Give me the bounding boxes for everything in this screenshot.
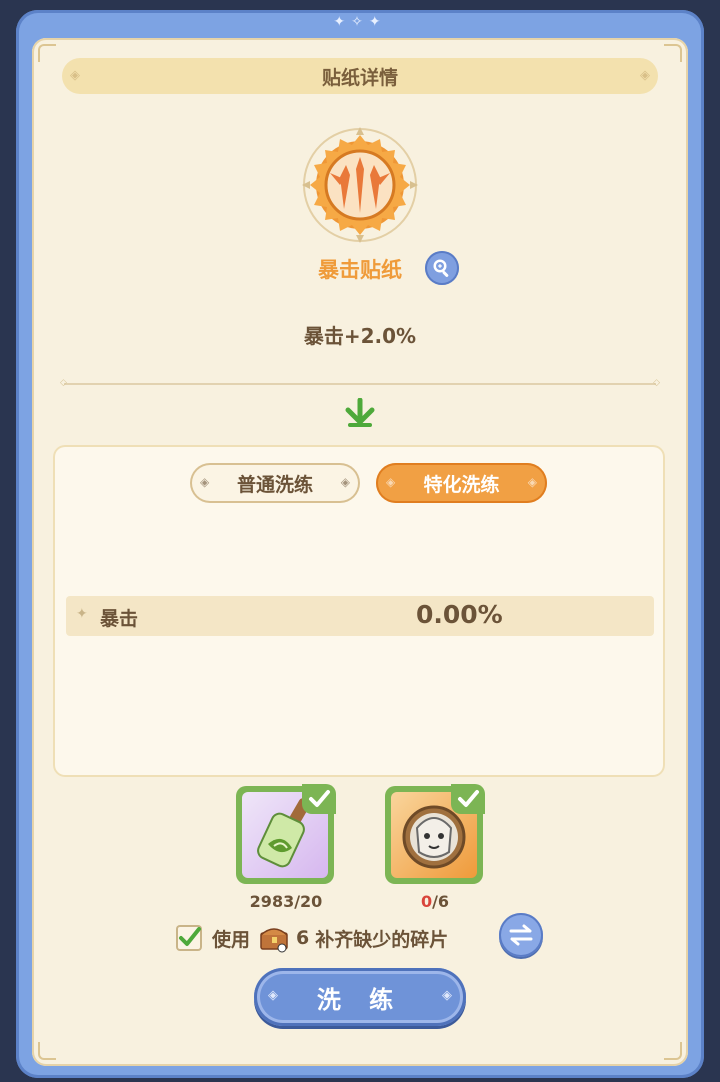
check-icon	[179, 927, 201, 946]
fragment-count: 0/6	[420, 892, 450, 911]
refine-button[interactable]: ◈ 洗 练 ◈	[254, 968, 466, 1026]
diamond-icon: ◈	[640, 68, 650, 83]
swap-button[interactable]	[499, 913, 543, 957]
sparkle-icon: ✦	[76, 606, 88, 622]
check-icon	[309, 790, 330, 807]
title-bar: ◈ 贴纸详情 ◈	[62, 58, 658, 94]
use-quantity: 6	[296, 927, 310, 949]
material-potion-slot[interactable]	[236, 784, 336, 884]
checkmark-badge	[451, 784, 485, 814]
use-label: 使用	[212, 928, 251, 951]
sticker-name: 暴击贴纸	[318, 258, 402, 282]
magnifier-icon	[433, 259, 449, 277]
diamond-icon: ◈	[70, 68, 80, 83]
use-description: 补齐缺少的碎片	[315, 928, 449, 951]
attribute-row: ✦ 暴击 0.00%	[66, 596, 654, 636]
attribute-name: 暴击	[100, 608, 139, 630]
divider: ◇ ◇	[60, 378, 660, 388]
tab-normal-refine[interactable]: ◈ 普通洗练 ◈	[190, 463, 360, 503]
auto-fill-checkbox[interactable]	[176, 925, 202, 951]
zoom-button[interactable]	[425, 251, 459, 285]
sticker-emblem-icon	[302, 127, 418, 243]
checkmark-badge	[302, 784, 336, 814]
swap-arrows-icon	[509, 924, 533, 946]
down-arrow-icon	[345, 398, 375, 427]
page-title: 贴纸详情	[321, 66, 398, 89]
frame-ornament: ✦✧✦	[333, 14, 387, 30]
treasure-chest-icon	[260, 928, 288, 953]
potion-count: 2983/20	[249, 892, 323, 911]
check-icon	[458, 790, 479, 807]
material-fragment-slot[interactable]	[385, 784, 485, 884]
sticker-stat: 暴击+2.0%	[303, 324, 417, 348]
tab-special-refine[interactable]: ◈ 特化洗练 ◈	[376, 463, 547, 503]
attribute-value: 0.00%	[416, 600, 503, 629]
